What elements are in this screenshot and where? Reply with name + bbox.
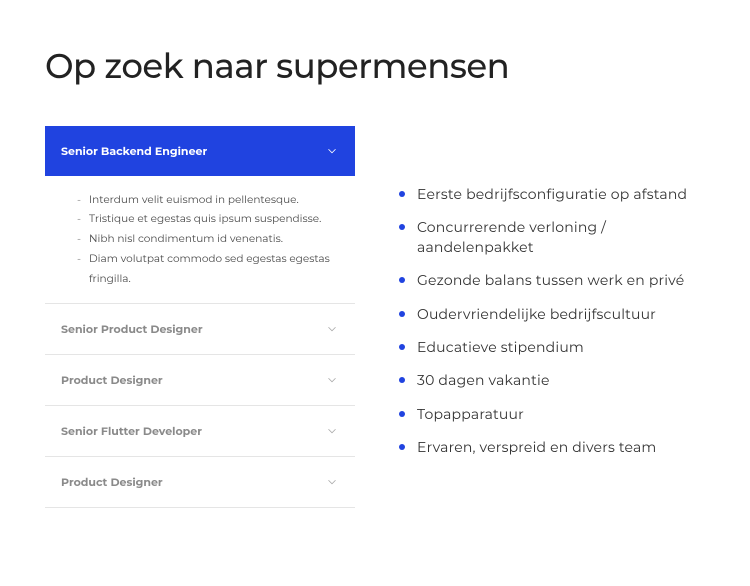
- benefit-item: Ervaren, verspreid en divers team: [395, 437, 705, 457]
- accordion-title: Senior Backend Engineer: [61, 144, 207, 158]
- accordion-item: Senior Flutter Developer: [45, 406, 355, 457]
- content-columns: Senior Backend Engineer Interdum velit eu…: [45, 126, 705, 509]
- accordion-item: Product Designer: [45, 457, 355, 508]
- accordion-panel: Senior Backend Engineer Interdum velit eu…: [45, 126, 355, 509]
- accordion-item: Product Designer: [45, 355, 355, 406]
- accordion-body: Interdum velit euismod in pellentesque.T…: [45, 176, 355, 304]
- list-item: Diam volutpat commodo sed egestas egesta…: [77, 249, 339, 289]
- page-title: Op zoek naar supermensen: [45, 45, 705, 88]
- chevron-down-icon: [325, 475, 339, 489]
- chevron-down-icon: [325, 144, 339, 158]
- accordion-header[interactable]: Product Designer: [45, 457, 355, 507]
- benefits-panel: Eerste bedrijfsconfiguratie op afstand Co…: [395, 126, 705, 509]
- chevron-down-icon: [325, 424, 339, 438]
- accordion-header[interactable]: Product Designer: [45, 355, 355, 405]
- list-item: Tristique et egestas quis ipsum suspendi…: [77, 209, 339, 229]
- list-item: Interdum velit euismod in pellentesque.: [77, 190, 339, 210]
- accordion-item: Senior Product Designer: [45, 304, 355, 355]
- benefit-item: Educatieve stipendium: [395, 337, 705, 357]
- benefit-item: Eerste bedrijfsconfiguratie op afstand: [395, 184, 705, 204]
- accordion-item: Senior Backend Engineer Interdum velit eu…: [45, 126, 355, 305]
- accordion-title: Product Designer: [61, 373, 163, 387]
- benefit-item: 30 dagen vakantie: [395, 370, 705, 390]
- benefits-list: Eerste bedrijfsconfiguratie op afstand Co…: [395, 184, 705, 458]
- list-item: Nibh nisl condimentum id venenatis.: [77, 229, 339, 249]
- benefit-item: Oudervriendelijke bedrijfscultuur: [395, 304, 705, 324]
- benefit-item: Gezonde balans tussen werk en privé: [395, 270, 705, 290]
- chevron-down-icon: [325, 373, 339, 387]
- benefit-item: Concurrerende verloning / aandelenpakket: [395, 217, 705, 258]
- chevron-down-icon: [325, 322, 339, 336]
- accordion-header[interactable]: Senior Product Designer: [45, 304, 355, 354]
- accordion-title: Product Designer: [61, 475, 163, 489]
- accordion-title: Senior Flutter Developer: [61, 424, 202, 438]
- accordion-header[interactable]: Senior Flutter Developer: [45, 406, 355, 456]
- accordion-title: Senior Product Designer: [61, 322, 203, 336]
- accordion-header[interactable]: Senior Backend Engineer: [45, 126, 355, 176]
- benefit-item: Topapparatuur: [395, 404, 705, 424]
